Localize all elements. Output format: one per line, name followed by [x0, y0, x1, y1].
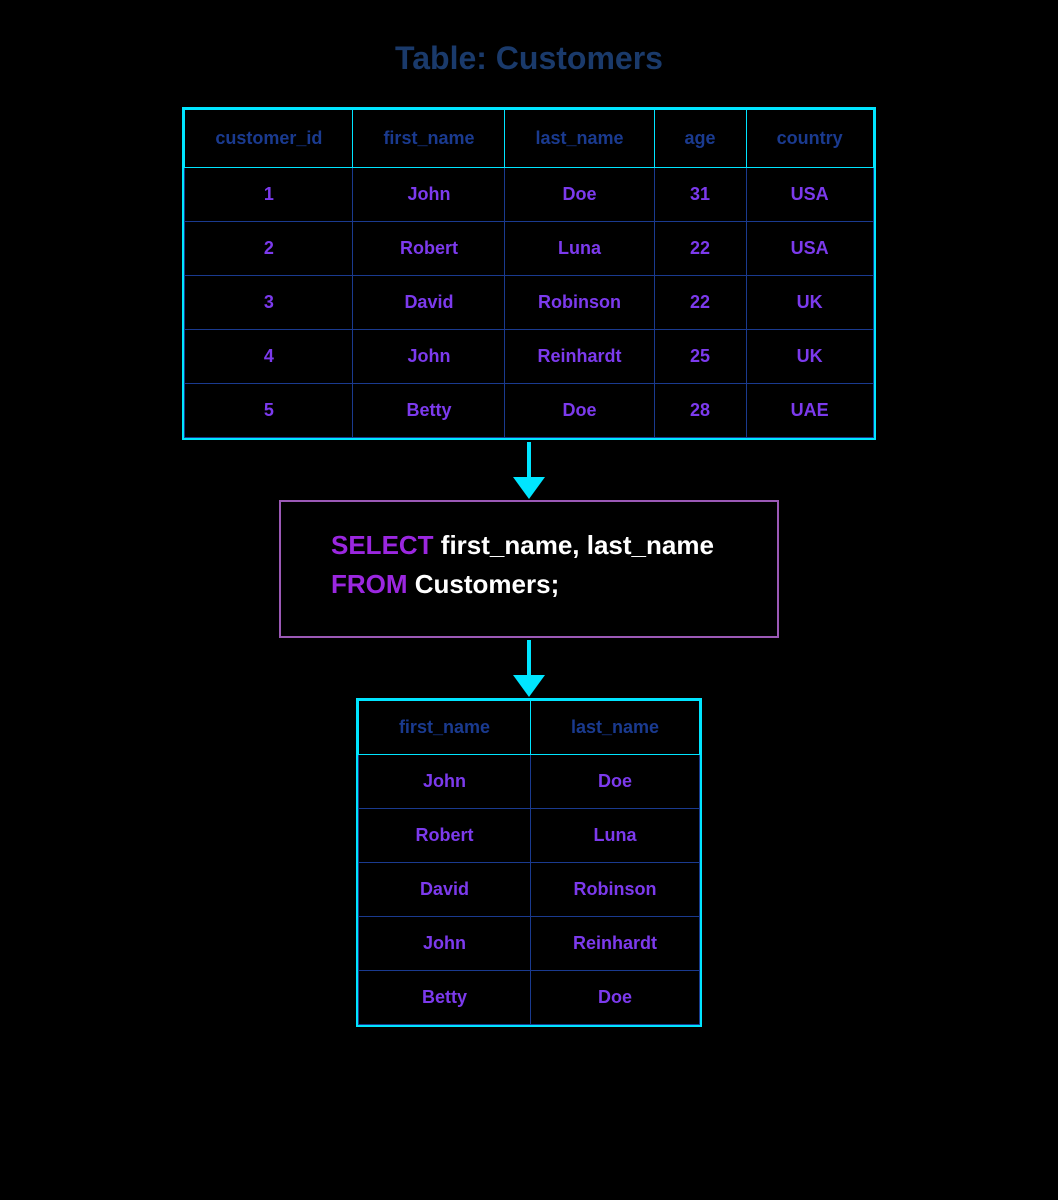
result-table-wrapper: first_name last_name JohnDoeRobertLunaDa…: [356, 698, 702, 1027]
cell-age: 22: [654, 276, 746, 330]
cell-first_name: Betty: [353, 384, 505, 438]
arrow-head-2: [513, 675, 545, 697]
arrow-shaft-line-2: [527, 640, 531, 675]
cell-last_name: Doe: [505, 168, 654, 222]
cell-first_name: John: [353, 330, 505, 384]
table-row: 1JohnDoe31USA: [185, 168, 873, 222]
cell-country: USA: [746, 168, 873, 222]
arrow-1: [513, 440, 545, 500]
customers-table-wrapper: customer_id first_name last_name age cou…: [182, 107, 875, 440]
sql-select-text: first_name, last_name: [434, 530, 714, 560]
table-row: RobertLuna: [358, 809, 699, 863]
result-cell-first_name: John: [358, 755, 530, 809]
cell-age: 28: [654, 384, 746, 438]
table-row: 4JohnReinhardt25UK: [185, 330, 873, 384]
cell-age: 25: [654, 330, 746, 384]
cell-customer_id: 4: [185, 330, 353, 384]
result-cell-last_name: Robinson: [530, 863, 699, 917]
sql-from-keyword: FROM: [331, 569, 408, 599]
cell-customer_id: 1: [185, 168, 353, 222]
cell-country: UK: [746, 276, 873, 330]
result-table-header-row: first_name last_name: [358, 701, 699, 755]
page-title: Table: Customers: [395, 40, 663, 77]
cell-last_name: Reinhardt: [505, 330, 654, 384]
header-customer-id: customer_id: [185, 110, 353, 168]
cell-last_name: Doe: [505, 384, 654, 438]
result-header-first-name: first_name: [358, 701, 530, 755]
result-cell-last_name: Doe: [530, 971, 699, 1025]
result-cell-first_name: John: [358, 917, 530, 971]
result-cell-first_name: David: [358, 863, 530, 917]
result-cell-first_name: Betty: [358, 971, 530, 1025]
sql-line-1: SELECT first_name, last_name: [331, 530, 727, 561]
cell-last_name: Robinson: [505, 276, 654, 330]
header-age: age: [654, 110, 746, 168]
table-row: BettyDoe: [358, 971, 699, 1025]
table-row: DavidRobinson: [358, 863, 699, 917]
cell-country: UK: [746, 330, 873, 384]
sql-line-2: FROM Customers;: [331, 569, 727, 600]
cell-customer_id: 3: [185, 276, 353, 330]
arrow-shaft-2: [513, 640, 545, 697]
cell-customer_id: 2: [185, 222, 353, 276]
result-cell-last_name: Luna: [530, 809, 699, 863]
result-table: first_name last_name JohnDoeRobertLunaDa…: [358, 700, 700, 1025]
result-cell-last_name: Doe: [530, 755, 699, 809]
cell-country: UAE: [746, 384, 873, 438]
cell-last_name: Luna: [505, 222, 654, 276]
table-row: 2RobertLuna22USA: [185, 222, 873, 276]
table-row: 5BettyDoe28UAE: [185, 384, 873, 438]
table-row: JohnReinhardt: [358, 917, 699, 971]
cell-first_name: David: [353, 276, 505, 330]
result-cell-first_name: Robert: [358, 809, 530, 863]
header-country: country: [746, 110, 873, 168]
cell-country: USA: [746, 222, 873, 276]
result-cell-last_name: Reinhardt: [530, 917, 699, 971]
arrow-2: [513, 638, 545, 698]
cell-age: 31: [654, 168, 746, 222]
cell-age: 22: [654, 222, 746, 276]
cell-first_name: John: [353, 168, 505, 222]
table-row: 3DavidRobinson22UK: [185, 276, 873, 330]
arrow-head-1: [513, 477, 545, 499]
arrow-shaft-line-1: [527, 442, 531, 477]
sql-select-keyword: SELECT: [331, 530, 434, 560]
customers-table-header-row: customer_id first_name last_name age cou…: [185, 110, 873, 168]
arrow-shaft-1: [513, 442, 545, 499]
customers-table: customer_id first_name last_name age cou…: [184, 109, 873, 438]
cell-first_name: Robert: [353, 222, 505, 276]
sql-query-box: SELECT first_name, last_name FROM Custom…: [279, 500, 779, 638]
header-last-name: last_name: [505, 110, 654, 168]
table-row: JohnDoe: [358, 755, 699, 809]
result-header-last-name: last_name: [530, 701, 699, 755]
sql-from-text: Customers;: [408, 569, 560, 599]
cell-customer_id: 5: [185, 384, 353, 438]
header-first-name: first_name: [353, 110, 505, 168]
